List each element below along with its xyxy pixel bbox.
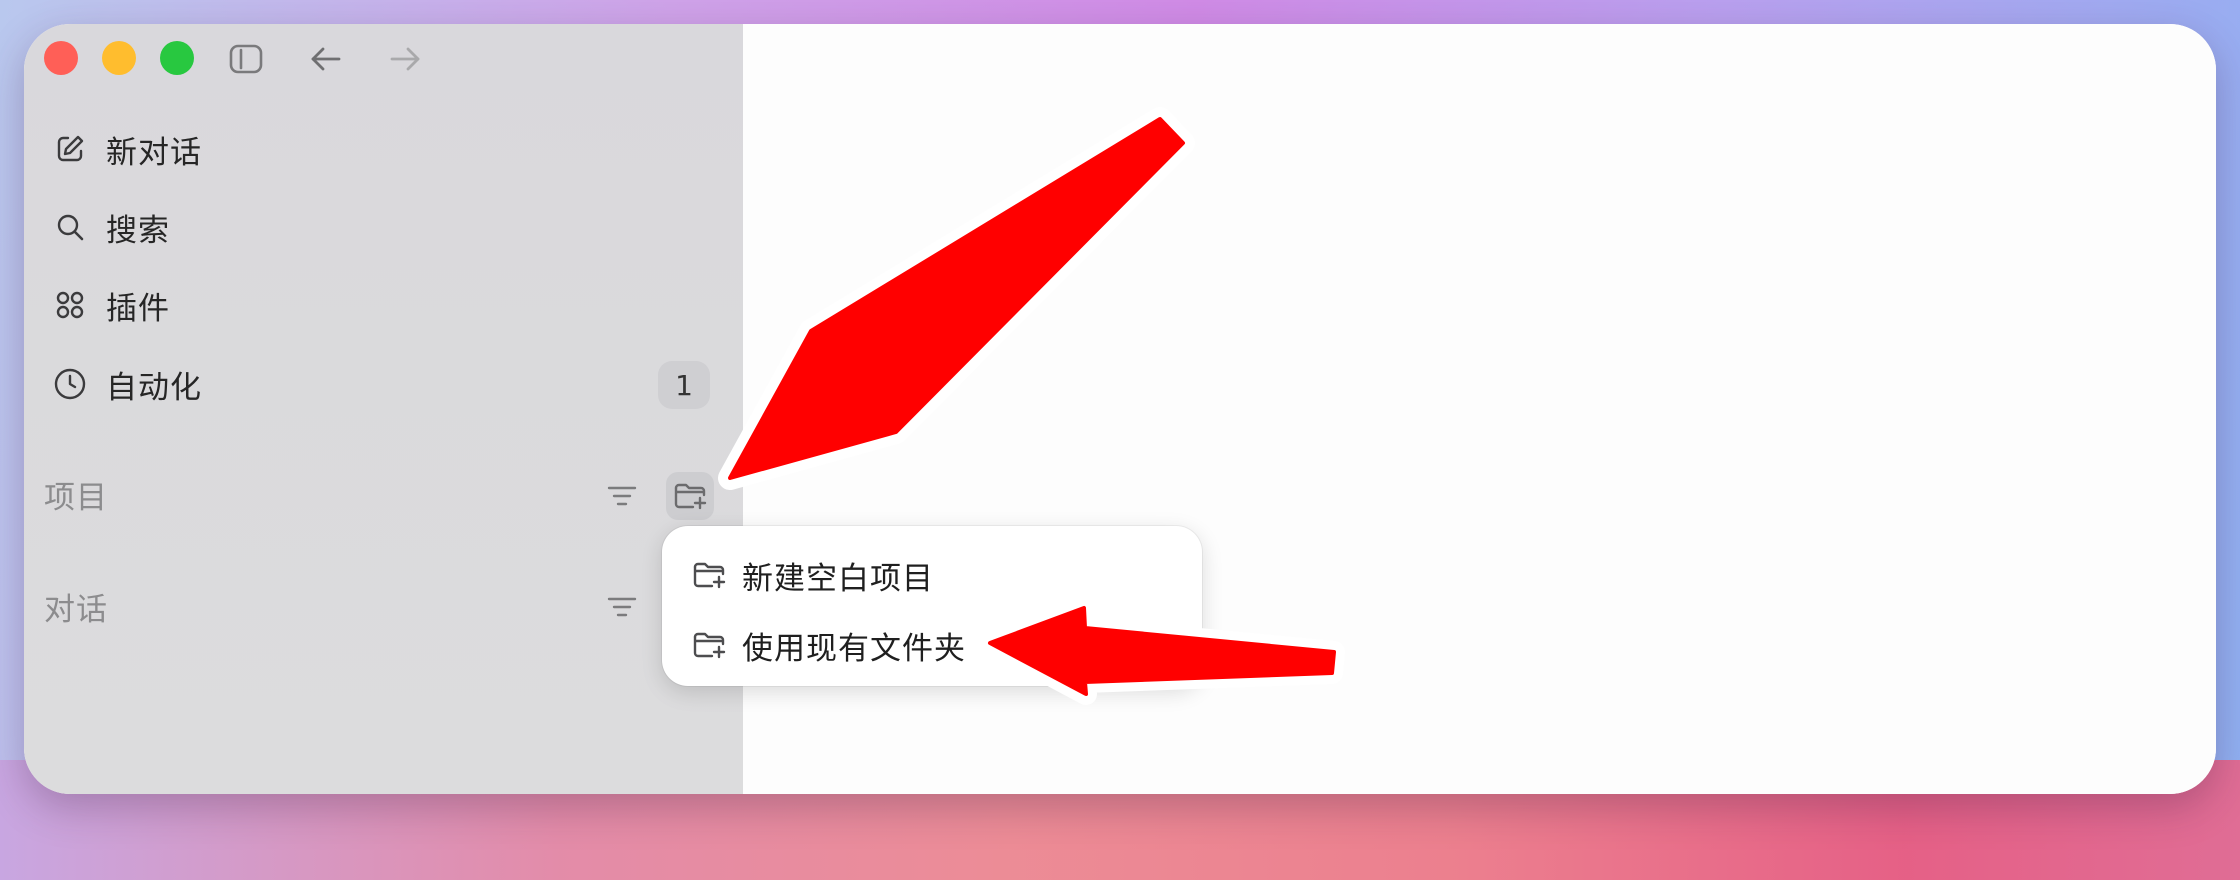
compose-icon: [52, 131, 88, 167]
sidebar-item-label: 插件: [106, 290, 170, 327]
arrow-right-icon[interactable]: [386, 40, 424, 78]
sidebar-item-label: 新对话: [106, 134, 202, 171]
sidebar-item-search[interactable]: 搜索: [44, 200, 724, 254]
sidebar-item-label: 搜索: [106, 212, 170, 249]
traffic-lights: [44, 41, 194, 75]
menu-item-label: 新建空白项目: [742, 560, 934, 597]
new-project-button[interactable]: [666, 472, 714, 520]
sidebar-item-automation[interactable]: 自动化 1: [44, 357, 724, 411]
folder-plus-icon: [673, 481, 707, 511]
folder-plus-icon: [690, 556, 728, 594]
sidebar-item-new-chat[interactable]: 新对话: [44, 122, 724, 176]
sidebar-toggle-icon[interactable]: [227, 40, 265, 78]
sidebar-item-label: 自动化: [106, 369, 202, 406]
projects-section-title: 项目: [44, 480, 108, 516]
menu-item-new-blank-project[interactable]: 新建空白项目: [690, 548, 1180, 602]
menu-item-use-existing-folder[interactable]: 使用现有文件夹: [690, 618, 1180, 672]
filter-icon[interactable]: [598, 472, 646, 520]
search-icon: [52, 209, 88, 245]
conversations-section-title: 对话: [44, 592, 108, 628]
filter-icon[interactable]: [598, 583, 646, 631]
clock-icon: [52, 366, 88, 402]
close-window-button[interactable]: [44, 41, 78, 75]
arrow-left-icon[interactable]: [307, 40, 345, 78]
menu-item-label: 使用现有文件夹: [742, 630, 966, 667]
new-project-menu: 新建空白项目 使用现有文件夹: [662, 526, 1202, 686]
grid-icon: [52, 287, 88, 323]
sidebar-item-plugins[interactable]: 插件: [44, 278, 724, 332]
automation-count-badge: 1: [658, 361, 710, 409]
minimize-window-button[interactable]: [102, 41, 136, 75]
maximize-window-button[interactable]: [160, 41, 194, 75]
folder-plus-icon: [690, 626, 728, 664]
sidebar: 新对话 搜索 插件 自动化 1 项目 对话: [24, 24, 743, 794]
